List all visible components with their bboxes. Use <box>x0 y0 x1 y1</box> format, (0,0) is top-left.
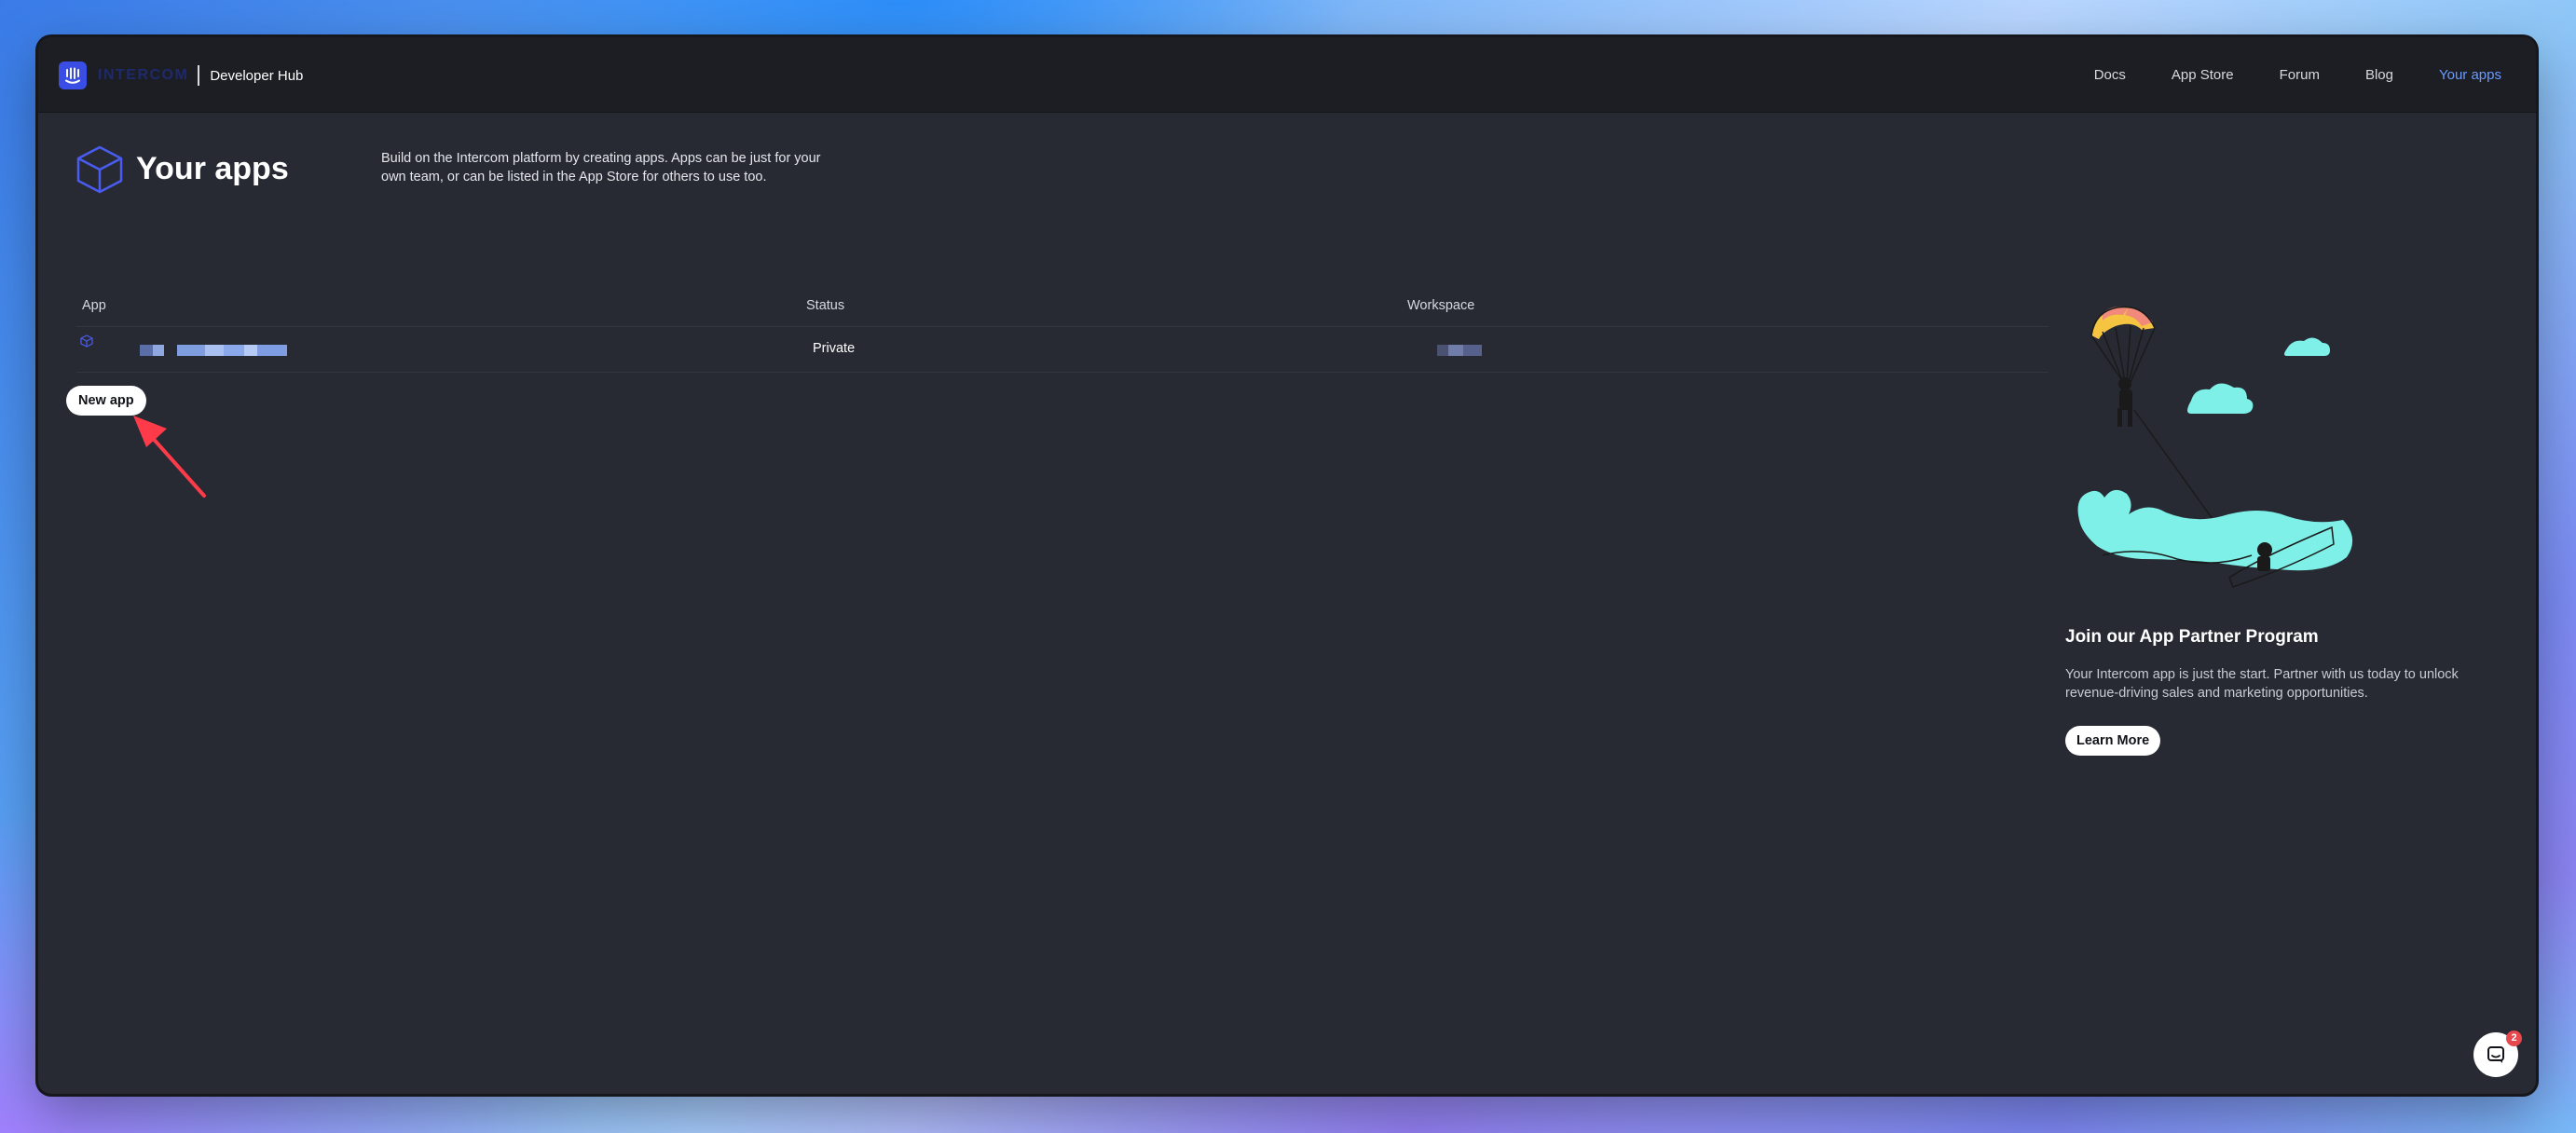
brand-divider <box>198 65 200 86</box>
browser-window: INTERCOM Developer Hub Docs App Store Fo… <box>38 37 2536 1094</box>
nav-link-forum[interactable]: Forum <box>2280 67 2320 83</box>
page-intro: Build on the Intercom platform by creati… <box>381 151 821 184</box>
app-status: Private <box>813 341 856 356</box>
top-navigation: INTERCOM Developer Hub Docs App Store Fo… <box>38 37 2536 113</box>
notification-badge: 2 <box>2506 1031 2522 1046</box>
column-header-workspace: Workspace <box>1407 298 1475 313</box>
cube-icon <box>76 145 123 194</box>
page-title: Your apps <box>136 151 289 186</box>
column-header-app: App <box>82 298 106 313</box>
nav-link-your-apps[interactable]: Your apps <box>2439 67 2501 83</box>
brand-wordmark: INTERCOM <box>98 67 189 83</box>
intercom-logo-icon <box>59 61 87 89</box>
column-header-status: Status <box>806 298 845 313</box>
red-arrow-icon <box>133 416 206 498</box>
apps-table: App Status Workspace Private <box>76 285 2048 373</box>
table-row[interactable]: Private <box>76 327 2048 373</box>
app-name-redacted[interactable] <box>140 344 296 357</box>
learn-more-button[interactable]: Learn More <box>2065 726 2161 756</box>
workspace-redacted <box>1437 344 1486 357</box>
nav-link-docs[interactable]: Docs <box>2094 67 2126 83</box>
brand-subtitle: Developer Hub <box>210 67 304 84</box>
messenger-launcher[interactable]: 2 <box>2473 1031 2522 1077</box>
nav-links: Docs App Store Forum Blog Your apps <box>2048 37 2501 112</box>
brand[interactable]: INTERCOM Developer Hub <box>59 61 303 89</box>
promo-title: Join our App Partner Program <box>2065 627 2319 647</box>
promo-text: Your Intercom app is just the start. Par… <box>2065 667 2459 701</box>
chat-bubble-icon <box>2487 1046 2504 1063</box>
page-header: Your apps Build on the Intercom platform… <box>74 143 1099 199</box>
table-header: App Status Workspace <box>76 285 2048 327</box>
app-cube-icon <box>80 334 93 348</box>
nav-link-blog[interactable]: Blog <box>2365 67 2393 83</box>
parasailing-illustration <box>2077 306 2353 588</box>
nav-link-app-store[interactable]: App Store <box>2172 67 2234 83</box>
